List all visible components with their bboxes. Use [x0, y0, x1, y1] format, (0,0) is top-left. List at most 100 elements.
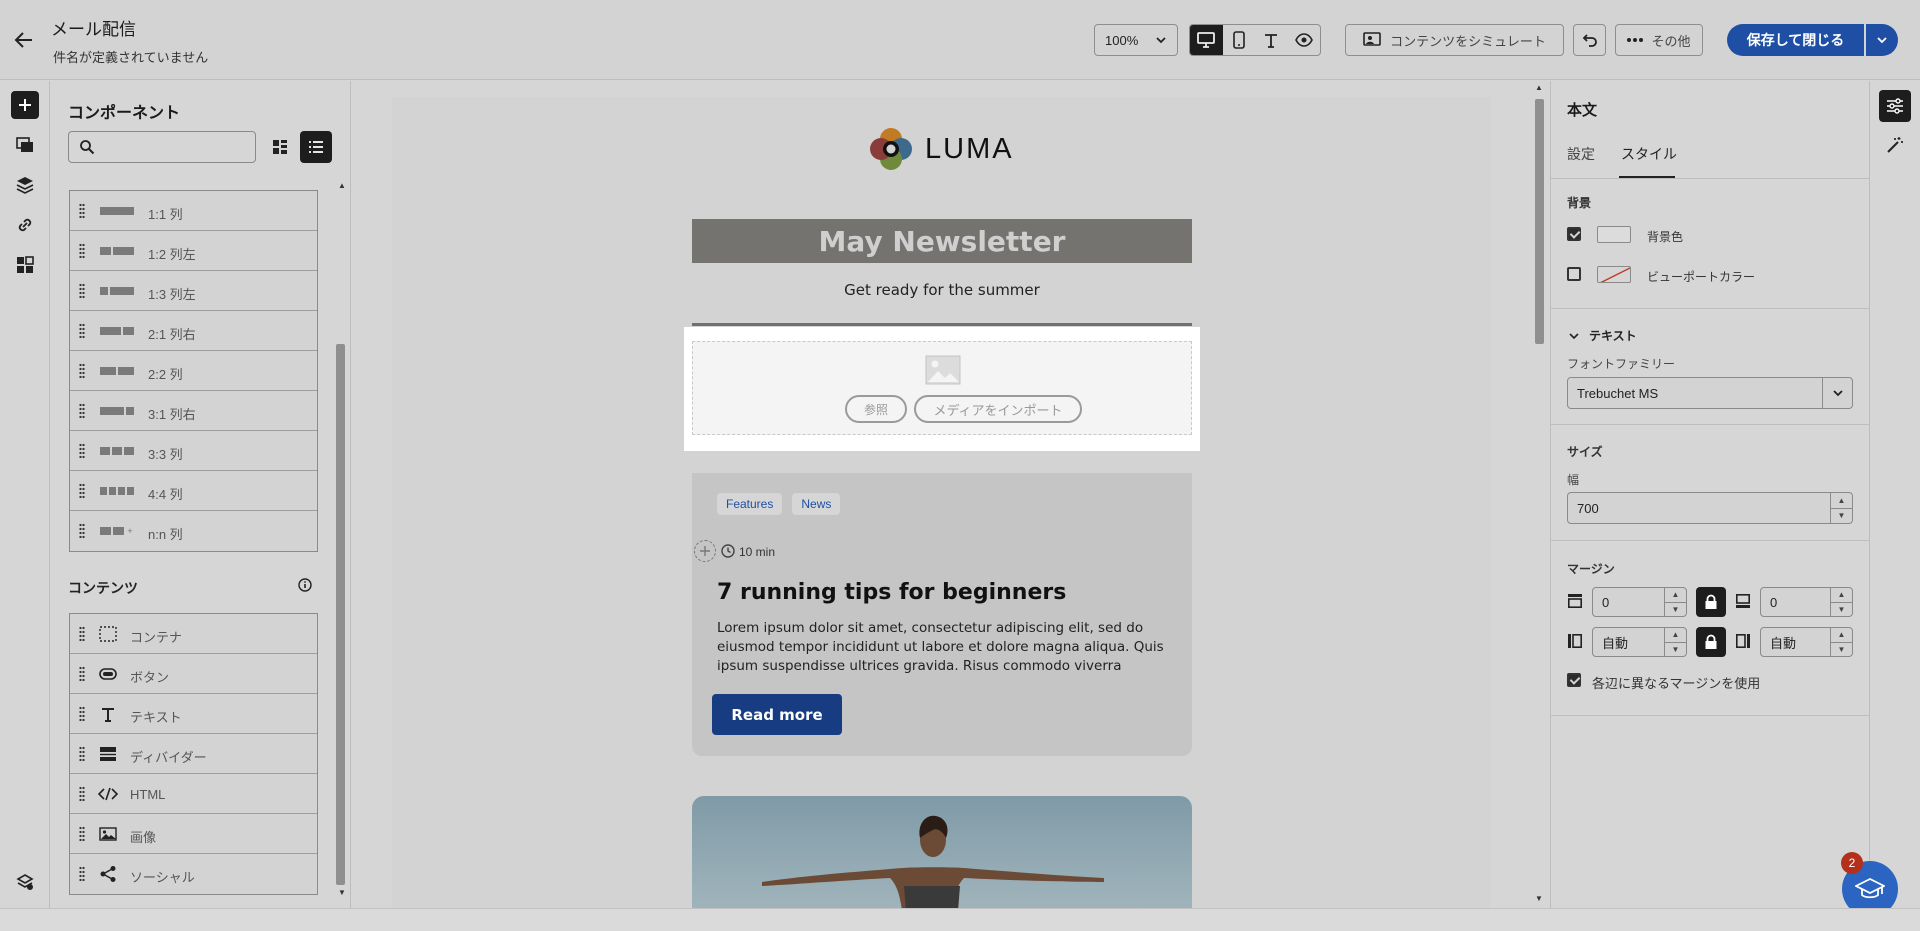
- email-body[interactable]: LUMA May Newsletter Get ready for the su…: [392, 97, 1491, 908]
- margin-top-stepper[interactable]: ▲ ▼: [1664, 588, 1686, 616]
- style-settings-button[interactable]: [1879, 90, 1911, 122]
- undo-button[interactable]: [1573, 24, 1606, 56]
- drag-handle-icon[interactable]: [79, 826, 85, 842]
- structure-item[interactable]: + n:n 列: [70, 511, 317, 551]
- drag-handle-icon[interactable]: [79, 283, 85, 299]
- structure-item[interactable]: 2:2 列: [70, 351, 317, 391]
- back-button[interactable]: [12, 28, 36, 52]
- structure-item[interactable]: 1:1 列: [70, 191, 317, 231]
- simulate-content-button[interactable]: コンテンツをシミュレート: [1345, 24, 1564, 56]
- scrollbar-thumb[interactable]: [336, 344, 345, 885]
- drag-handle-icon[interactable]: [79, 523, 85, 539]
- article-tag[interactable]: News: [792, 493, 841, 515]
- structure-item[interactable]: 3:3 列: [70, 431, 317, 471]
- content-item[interactable]: ディバイダー: [70, 734, 317, 774]
- structure-item[interactable]: 3:1 列右: [70, 391, 317, 431]
- preview-button[interactable]: [1288, 25, 1321, 55]
- zoom-select[interactable]: 100%: [1094, 24, 1178, 56]
- more-button[interactable]: その他: [1615, 24, 1703, 56]
- app-header: メール配信 件名が定義されていません 100% コンテンツをシミュレート その他…: [0, 0, 1920, 80]
- mobile-view-button[interactable]: [1223, 25, 1256, 55]
- margin-top-input[interactable]: 0 ▲ ▼: [1592, 587, 1687, 617]
- drag-handle-icon[interactable]: [79, 403, 85, 419]
- components-scrollbar[interactable]: ▲ ▼: [334, 181, 346, 901]
- search-input[interactable]: [101, 139, 251, 155]
- list-view-button[interactable]: [300, 131, 332, 163]
- assets-button[interactable]: [11, 131, 39, 159]
- drag-handle-icon[interactable]: [79, 243, 85, 259]
- device-toggle-group: [1189, 24, 1321, 56]
- hero-image[interactable]: [692, 796, 1192, 908]
- structure-item[interactable]: 4:4 列: [70, 471, 317, 511]
- font-family-select[interactable]: Trebuchet MS: [1567, 377, 1853, 409]
- width-stepper[interactable]: ▲ ▼: [1830, 493, 1852, 523]
- drag-handle-icon[interactable]: [79, 323, 85, 339]
- drag-handle-icon[interactable]: [79, 483, 85, 499]
- structure-label: 3:3 列: [148, 447, 183, 462]
- margin-left-input[interactable]: 自動 ▲ ▼: [1592, 627, 1687, 657]
- structure-item[interactable]: 2:1 列右: [70, 311, 317, 351]
- content-item[interactable]: テキスト: [70, 694, 317, 734]
- tab-style[interactable]: スタイル: [1621, 144, 1677, 164]
- margin-right-stepper[interactable]: ▲ ▼: [1830, 628, 1852, 656]
- content-item[interactable]: ソーシャル: [70, 854, 317, 894]
- scrollbar-thumb[interactable]: [1535, 99, 1544, 344]
- content-info-button[interactable]: [298, 578, 312, 592]
- width-input[interactable]: 700 ▲ ▼: [1567, 492, 1853, 524]
- text-section-toggle[interactable]: テキスト: [1569, 327, 1637, 344]
- magic-wand-button[interactable]: [1883, 133, 1907, 157]
- margin-left-stepper[interactable]: ▲ ▼: [1664, 628, 1686, 656]
- drag-handle-icon[interactable]: [79, 363, 85, 379]
- drag-handle-icon[interactable]: [79, 866, 85, 882]
- selected-image-block[interactable]: 参照 メディアをインポート: [684, 327, 1200, 451]
- article-tag[interactable]: Features: [717, 493, 783, 515]
- text-view-button[interactable]: [1255, 25, 1288, 55]
- drag-handle-icon[interactable]: [79, 626, 85, 642]
- drag-handle-icon[interactable]: [79, 786, 85, 802]
- browse-button[interactable]: 参照: [845, 395, 907, 423]
- add-element-icon[interactable]: [694, 540, 716, 562]
- drag-handle-icon[interactable]: [79, 203, 85, 219]
- drag-handle-icon[interactable]: [79, 746, 85, 762]
- bg-color-checkbox[interactable]: [1567, 227, 1581, 241]
- structure-item[interactable]: 1:3 列左: [70, 271, 317, 311]
- margin-bottom-stepper[interactable]: ▲ ▼: [1830, 588, 1852, 616]
- viewport-color-checkbox[interactable]: [1567, 267, 1581, 281]
- viewport-color-swatch[interactable]: [1597, 266, 1631, 283]
- save-options-button[interactable]: [1866, 24, 1898, 56]
- canvas-scrollbar[interactable]: ▲ ▼: [1532, 81, 1546, 908]
- content-item[interactable]: 画像: [70, 814, 317, 854]
- margin-bottom-input[interactable]: 0 ▲ ▼: [1760, 587, 1853, 617]
- margin-right-input[interactable]: 自動 ▲ ▼: [1760, 627, 1853, 657]
- add-button[interactable]: [11, 91, 39, 119]
- article-card[interactable]: Features News 10 min 7 running tips for b…: [692, 473, 1192, 756]
- drag-handle-icon[interactable]: [79, 706, 85, 722]
- save-close-button[interactable]: 保存して閉じる: [1727, 24, 1864, 56]
- content-item[interactable]: コンテナ: [70, 614, 317, 654]
- lock-vertical-margins-button[interactable]: [1696, 587, 1726, 617]
- desktop-view-button[interactable]: [1190, 25, 1223, 55]
- fragments-button[interactable]: [11, 251, 39, 279]
- html-icon: [98, 785, 118, 803]
- drag-handle-icon[interactable]: [79, 443, 85, 459]
- layers-button[interactable]: [11, 171, 39, 199]
- grid-view-button[interactable]: [267, 134, 293, 160]
- font-family-dropdown-button[interactable]: [1822, 378, 1852, 408]
- components-search[interactable]: [68, 131, 256, 163]
- undo-icon: [1582, 34, 1597, 47]
- content-item[interactable]: ボタン: [70, 654, 317, 694]
- import-media-button[interactable]: メディアをインポート: [914, 395, 1082, 423]
- content-item[interactable]: HTML: [70, 774, 317, 814]
- different-margins-checkbox[interactable]: [1567, 673, 1581, 687]
- read-more-button[interactable]: Read more: [712, 694, 842, 735]
- structure-item[interactable]: 1:2 列左: [70, 231, 317, 271]
- newsletter-banner[interactable]: May Newsletter: [692, 219, 1192, 263]
- tab-settings[interactable]: 設定: [1567, 144, 1595, 164]
- margin-right-icon: [1735, 633, 1750, 648]
- drag-handle-icon[interactable]: [79, 666, 85, 682]
- layer-stack-button[interactable]: [11, 868, 39, 896]
- links-button[interactable]: [11, 211, 39, 239]
- lock-horizontal-margins-button[interactable]: [1696, 627, 1726, 657]
- width-label: 幅: [1567, 473, 1580, 487]
- bg-color-swatch[interactable]: [1597, 226, 1631, 243]
